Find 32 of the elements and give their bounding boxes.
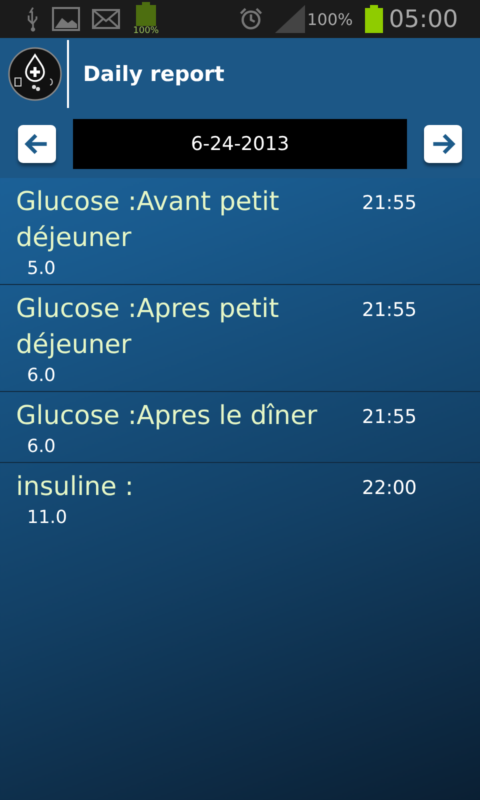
clock: 05:00	[388, 5, 458, 33]
usb-icon	[26, 6, 40, 32]
entry-value: 5.0	[27, 257, 57, 281]
battery-label: 100%	[133, 26, 159, 36]
battery-icon	[364, 5, 383, 33]
signal-icon	[275, 5, 306, 33]
left-arrow-icon	[24, 131, 50, 157]
entry-time: 21:55	[362, 192, 417, 214]
entry-value: 11.0	[27, 506, 68, 530]
date-display: 6-24-2013	[73, 119, 407, 169]
entry-value: 6.0	[27, 364, 57, 388]
alarm-icon	[239, 7, 264, 31]
app-logo-icon[interactable]	[8, 47, 62, 101]
battery-percent: 100%	[307, 10, 353, 28]
entry-time: 21:55	[362, 299, 417, 321]
entry-time: 22:00	[362, 477, 417, 499]
report-entry[interactable]: Glucose :Apres petit déjeuner 21:55 6.0	[0, 285, 480, 392]
report-entry[interactable]: insuline : 22:00 11.0	[0, 463, 480, 533]
picture-icon	[52, 7, 80, 31]
entry-value: 6.0	[27, 435, 57, 459]
entry-title: Glucose :Avant petit déjeuner	[16, 186, 280, 255]
battery-icon	[136, 2, 156, 26]
entry-title: Glucose :Apres petit déjeuner	[16, 293, 280, 362]
entry-time: 21:55	[362, 406, 417, 428]
report-entry[interactable]: Glucose :Avant petit déjeuner 21:55 5.0	[0, 178, 480, 285]
previous-day-button[interactable]	[18, 125, 56, 163]
entry-title: Glucose :Apres le dîner	[16, 400, 318, 433]
next-day-button[interactable]	[424, 125, 462, 163]
screen-title: Daily report	[83, 62, 224, 86]
mail-icon	[92, 9, 120, 29]
entry-title: insuline :	[16, 471, 135, 504]
report-entry[interactable]: Glucose :Apres le dîner 21:55 6.0	[0, 392, 480, 463]
